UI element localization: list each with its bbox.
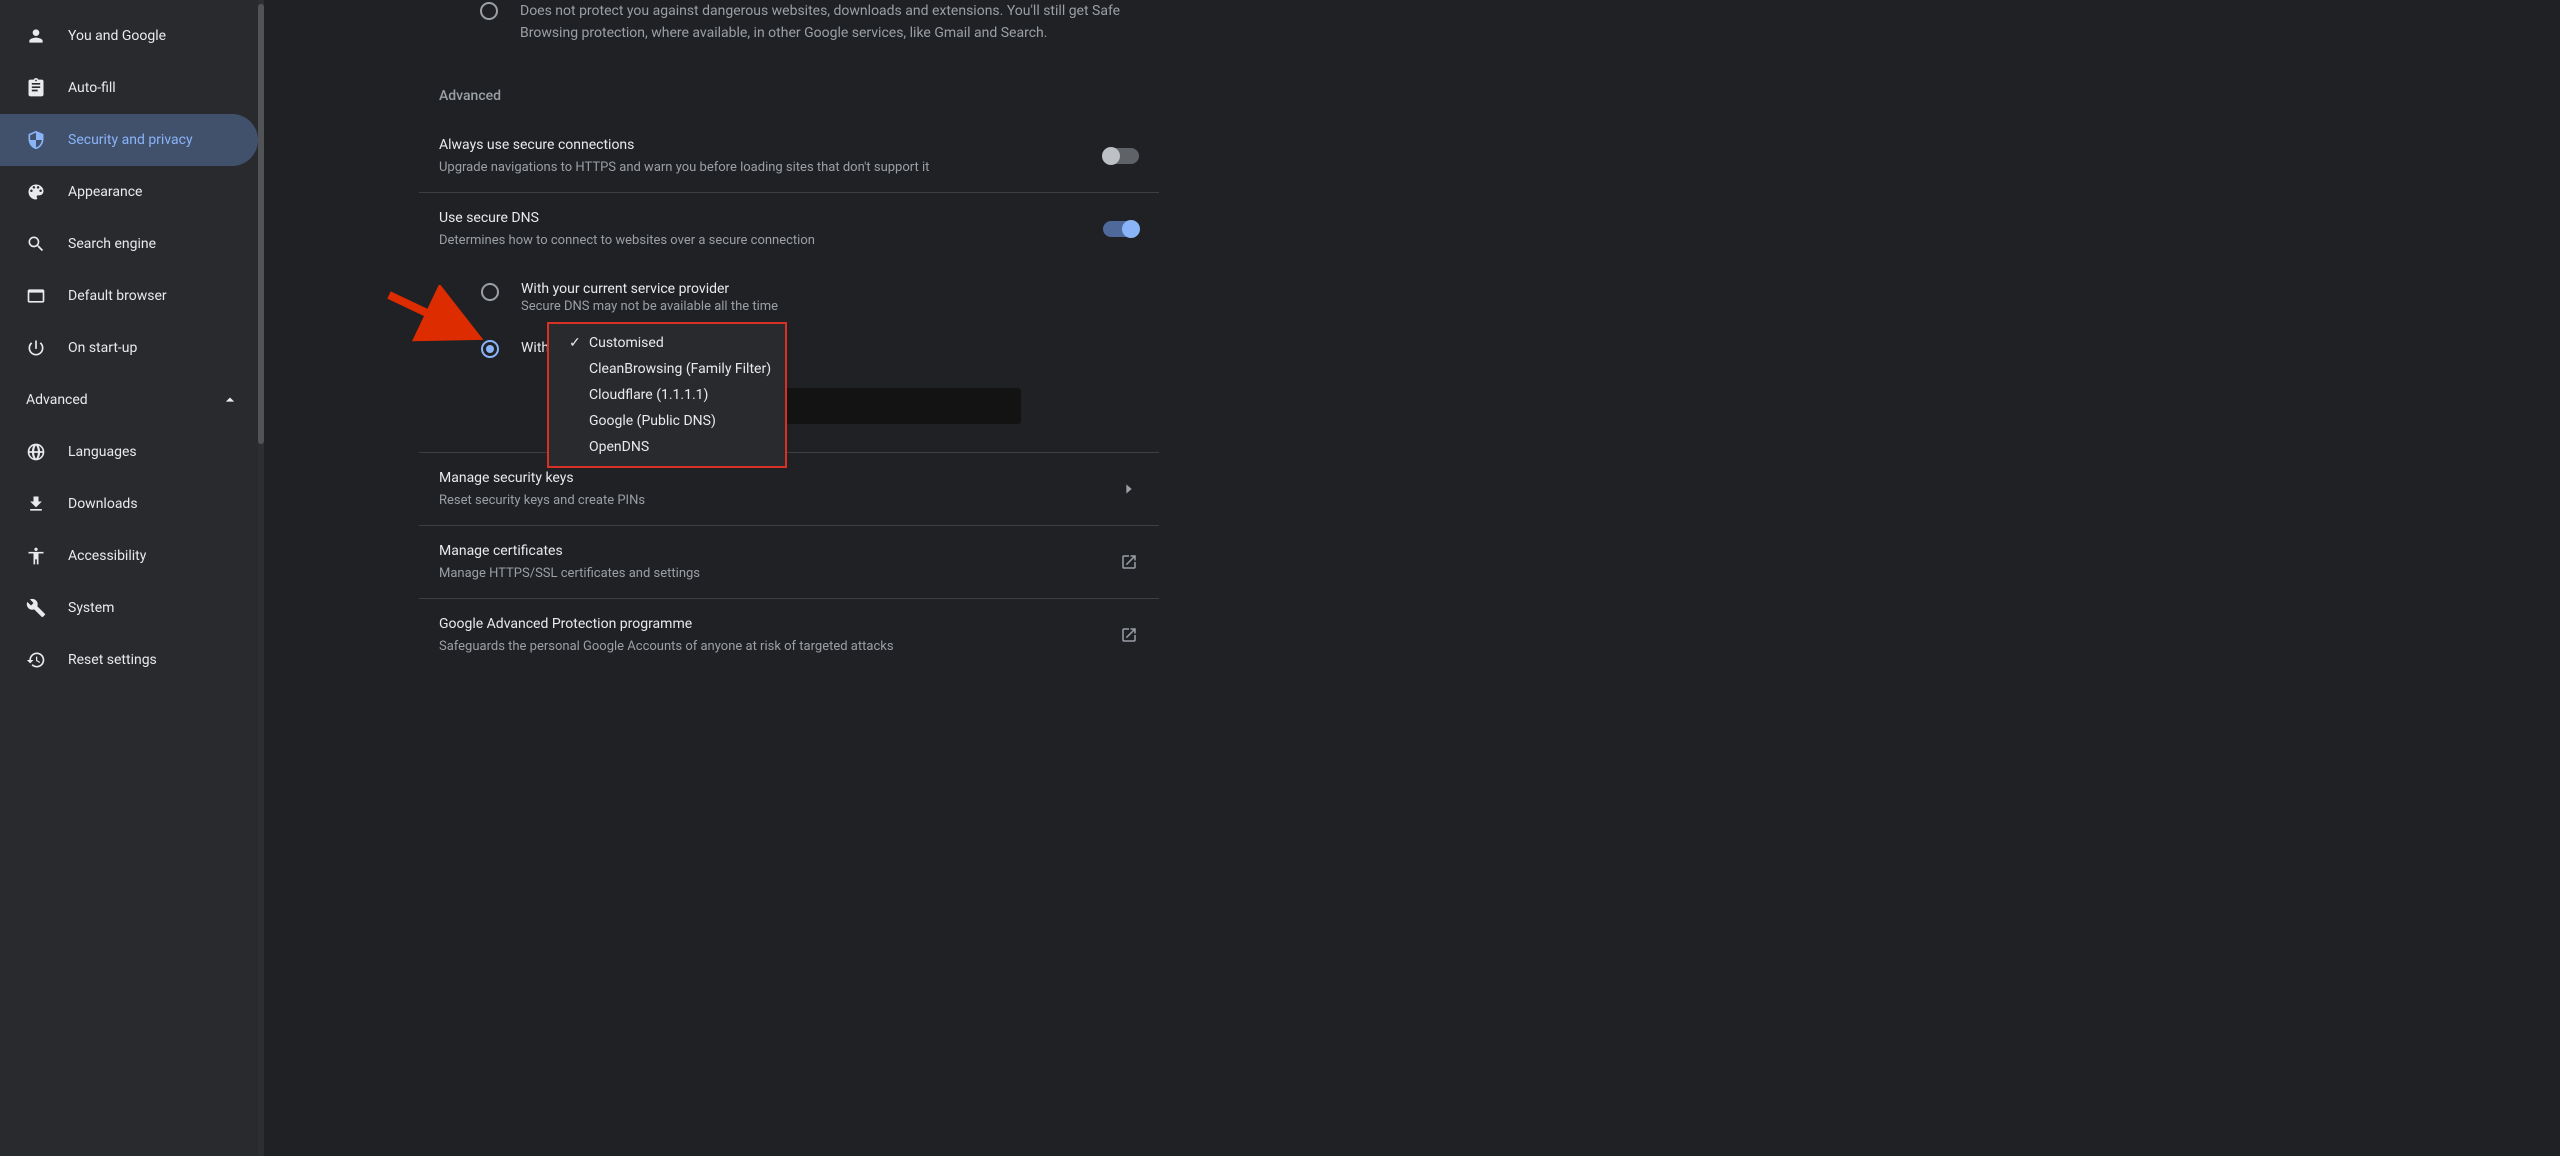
setting-secure-connections: Always use secure connections Upgrade na… <box>419 120 1159 192</box>
browser-icon <box>26 286 46 306</box>
radio-no-protection[interactable] <box>480 2 498 20</box>
annotation-arrow-icon <box>384 285 484 345</box>
dns-provider-dropdown[interactable]: ✓ Customised CleanBrowsing (Family Filte… <box>547 322 787 468</box>
settings-main: Does not protect you against dangerous w… <box>264 0 2560 1156</box>
toggle-secure-dns[interactable] <box>1103 221 1139 237</box>
sidebar-item-label: Default browser <box>68 288 167 304</box>
sidebar-item-reset-settings[interactable]: Reset settings <box>0 634 258 686</box>
setting-desc: Safeguards the personal Google Accounts … <box>439 637 1119 657</box>
settings-sidebar: You and Google Auto-fill Security and pr… <box>0 0 264 1156</box>
sidebar-item-label: System <box>68 600 114 616</box>
checkmark-icon: ✓ <box>569 332 583 354</box>
setting-desc: Reset security keys and create PINs <box>439 491 1119 511</box>
download-icon <box>26 494 46 514</box>
setting-manage-certificates[interactable]: Manage certificates Manage HTTPS/SSL cer… <box>419 526 1159 598</box>
search-icon <box>26 234 46 254</box>
shield-icon <box>26 130 46 150</box>
sidebar-item-accessibility[interactable]: Accessibility <box>0 530 258 582</box>
setting-secure-dns: Use secure DNS Determines how to connect… <box>419 193 1159 265</box>
sidebar-item-label: Security and privacy <box>68 132 193 148</box>
sidebar-item-label: Languages <box>68 444 137 460</box>
open-external-icon <box>1119 552 1139 572</box>
sidebar-item-security[interactable]: Security and privacy <box>0 114 258 166</box>
sidebar-item-label: You and Google <box>68 28 166 44</box>
sidebar-item-label: Accessibility <box>68 548 146 564</box>
dropdown-item-cloudflare[interactable]: Cloudflare (1.1.1.1) <box>549 382 785 408</box>
power-icon <box>26 338 46 358</box>
sidebar-item-label: Search engine <box>68 236 156 252</box>
sidebar-item-label: On start-up <box>68 340 137 356</box>
dropdown-item-cleanbrowsing[interactable]: CleanBrowsing (Family Filter) <box>549 356 785 382</box>
setting-desc: Upgrade navigations to HTTPS and warn yo… <box>439 158 1103 178</box>
person-icon <box>26 26 46 46</box>
setting-manage-security-keys[interactable]: Manage security keys Reset security keys… <box>419 453 1159 525</box>
advanced-section-header: Advanced <box>419 72 1159 120</box>
sidebar-item-languages[interactable]: Languages <box>0 426 258 478</box>
option-title: With your current service provider <box>521 281 778 297</box>
sidebar-item-downloads[interactable]: Downloads <box>0 478 258 530</box>
secure-dns-options: With your current service provider Secur… <box>419 265 1159 452</box>
with-label: With <box>521 340 549 356</box>
sidebar-advanced-label: Advanced <box>26 392 88 408</box>
sidebar-item-system[interactable]: System <box>0 582 258 634</box>
dns-option-current-provider[interactable]: With your current service provider Secur… <box>481 275 1139 320</box>
sidebar-item-on-startup[interactable]: On start-up <box>0 322 258 374</box>
sidebar-item-default-browser[interactable]: Default browser <box>0 270 258 322</box>
setting-title: Google Advanced Protection programme <box>439 613 1119 635</box>
clipboard-icon <box>26 78 46 98</box>
accessibility-icon <box>26 546 46 566</box>
dropdown-item-opendns[interactable]: OpenDNS <box>549 434 785 460</box>
sidebar-item-label: Auto-fill <box>68 80 116 96</box>
chevron-up-icon <box>220 390 240 410</box>
open-external-icon <box>1119 625 1139 645</box>
setting-title: Use secure DNS <box>439 207 1103 229</box>
palette-icon <box>26 182 46 202</box>
dropdown-item-google-dns[interactable]: Google (Public DNS) <box>549 408 785 434</box>
sidebar-item-auto-fill[interactable]: Auto-fill <box>0 62 258 114</box>
sidebar-item-appearance[interactable]: Appearance <box>0 166 258 218</box>
setting-desc: Manage HTTPS/SSL certificates and settin… <box>439 564 1119 584</box>
setting-advanced-protection[interactable]: Google Advanced Protection programme Saf… <box>419 599 1159 671</box>
restore-icon <box>26 650 46 670</box>
sidebar-item-label: Reset settings <box>68 652 157 668</box>
dns-option-with-custom[interactable]: With ✓ Customised CleanBrowsing (Family … <box>481 332 1139 364</box>
truncated-safe-browsing-desc: Does not protect you against dangerous w… <box>419 0 1159 72</box>
setting-title: Manage certificates <box>439 540 1119 562</box>
setting-title: Manage security keys <box>439 467 1119 489</box>
dropdown-item-customised[interactable]: ✓ Customised <box>549 330 785 356</box>
option-desc: Secure DNS may not be available all the … <box>521 299 778 314</box>
setting-title: Always use secure connections <box>439 134 1103 156</box>
sidebar-item-you-and-google[interactable]: You and Google <box>0 10 258 62</box>
toggle-secure-connections[interactable] <box>1103 148 1139 164</box>
sidebar-advanced-toggle[interactable]: Advanced <box>0 374 264 426</box>
sidebar-item-search-engine[interactable]: Search engine <box>0 218 258 270</box>
sidebar-item-label: Appearance <box>68 184 142 200</box>
chevron-right-icon <box>1119 479 1139 499</box>
wrench-icon <box>26 598 46 618</box>
setting-desc: Determines how to connect to websites ov… <box>439 231 1103 251</box>
sidebar-item-label: Downloads <box>68 496 138 512</box>
globe-icon <box>26 442 46 462</box>
